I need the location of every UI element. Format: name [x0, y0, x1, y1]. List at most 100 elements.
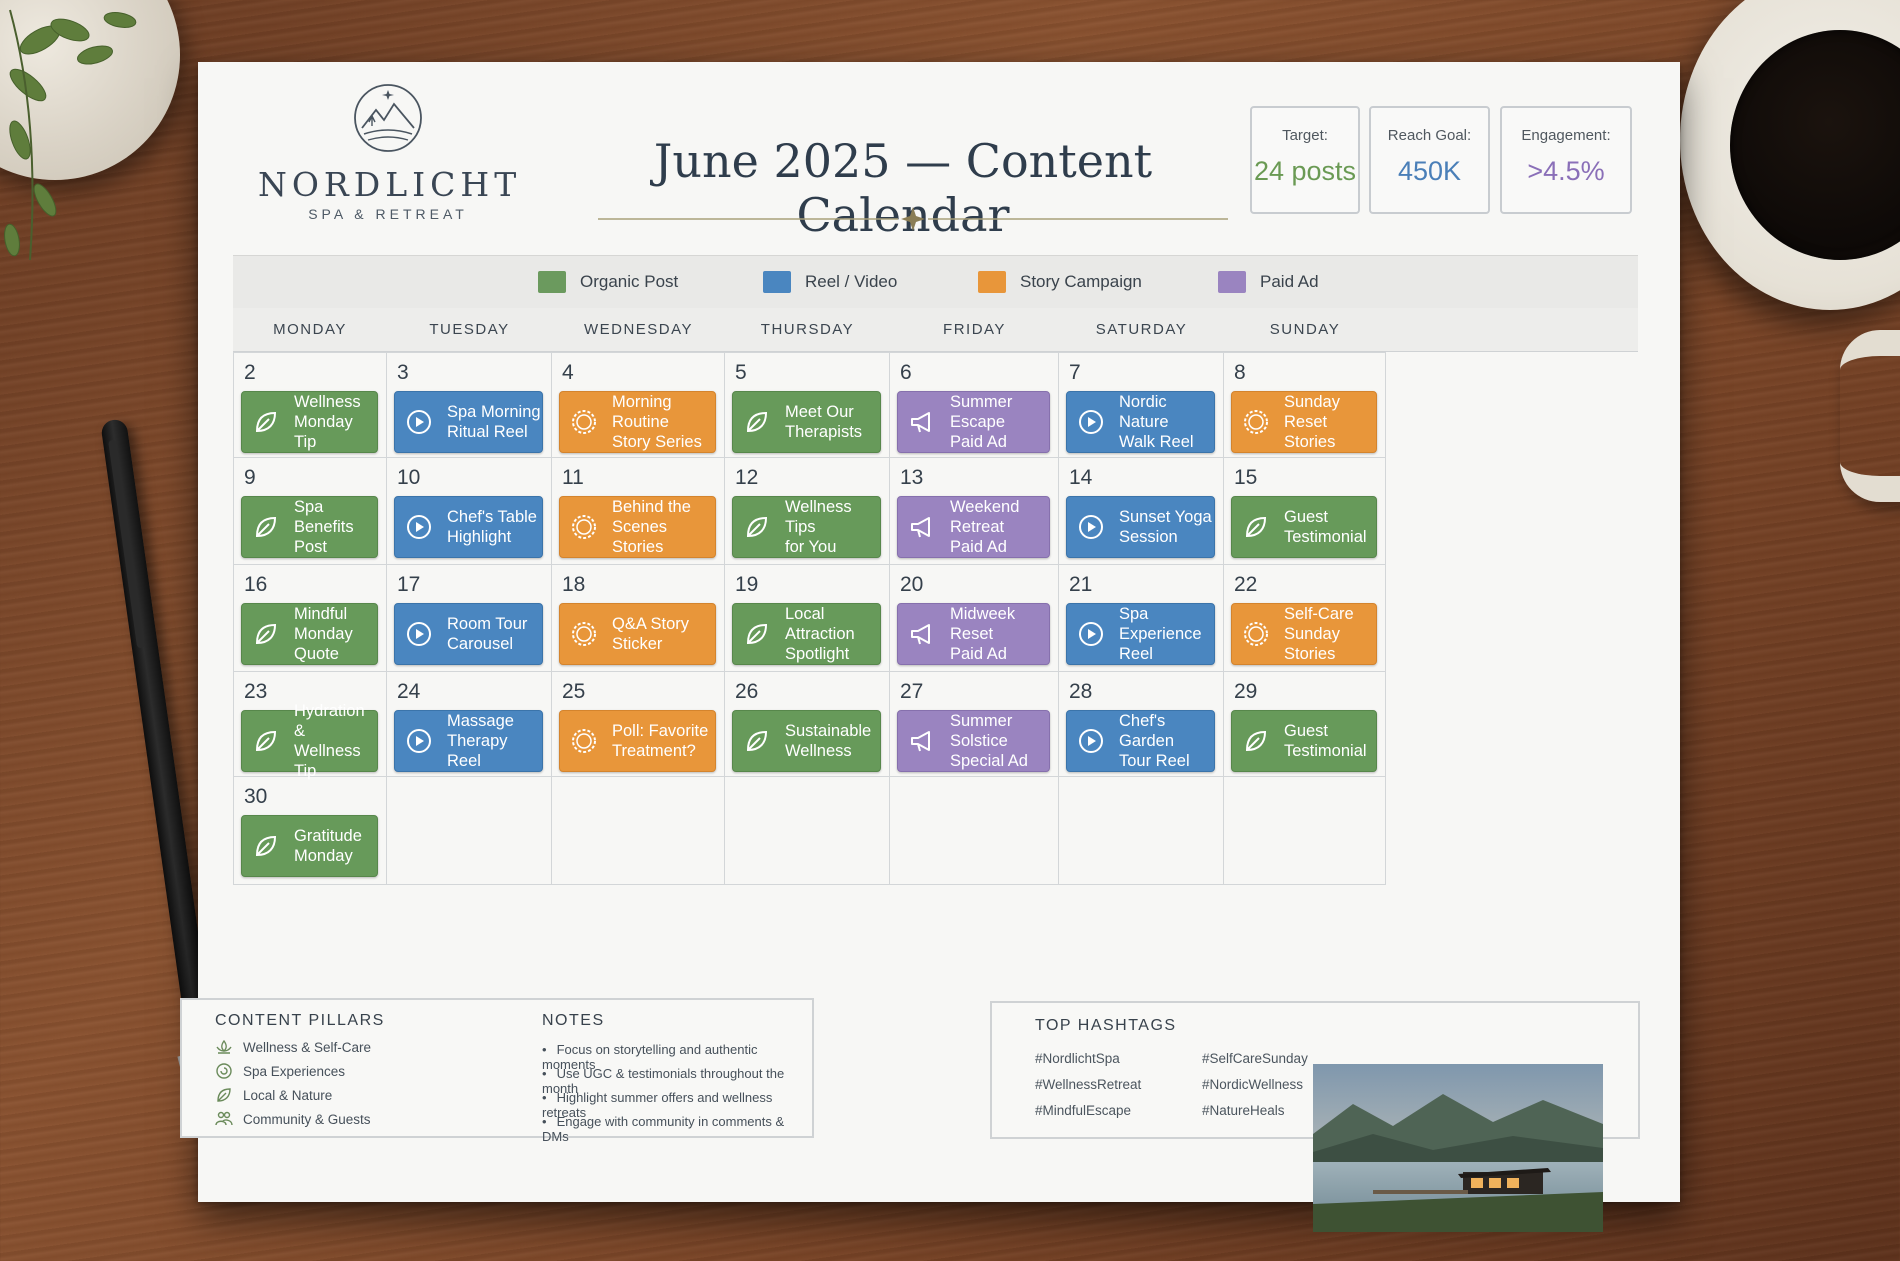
calendar-cell: 13 Weekend Retreat Paid Ad: [890, 458, 1059, 565]
event-story[interactable]: Self-Care Sunday Stories: [1231, 603, 1377, 665]
event-label-line: Monday Tip: [294, 413, 353, 451]
hashtag: #NordlichtSpa: [1035, 1051, 1120, 1066]
event-label: Chef's Table Highlight: [447, 507, 537, 547]
pillar-item: Community & Guests: [215, 1110, 371, 1128]
event-label: Weekend Retreat Paid Ad: [950, 497, 1049, 557]
leaf-icon: [743, 727, 771, 755]
cell-date: 8: [1234, 361, 1246, 384]
play-icon: [1077, 620, 1105, 648]
event-organic[interactable]: Hydration & Wellness Tip: [241, 702, 378, 780]
event-label: Hydration & Wellness Tip: [294, 701, 377, 781]
calendar-cell: 24 Massage Therapy Reel: [387, 672, 552, 777]
weekday-header: MONDAY TUESDAY WEDNESDAY THURSDAY FRIDAY SATU…: [233, 308, 1638, 352]
weekday-label: MONDAY: [273, 321, 347, 338]
stat-target-value: 24 posts: [1253, 156, 1357, 186]
event-story[interactable]: Q&A Story Sticker: [559, 603, 716, 665]
event-reel[interactable]: Room Tour Carousel: [394, 603, 543, 665]
event-story[interactable]: Poll: Favorite Treatment?: [559, 710, 716, 772]
legend-item: Reel / Video: [763, 271, 897, 293]
weekday-label: FRIDAY: [943, 321, 1006, 338]
event-reel[interactable]: Nordic Nature Walk Reel: [1066, 391, 1215, 453]
event-organic[interactable]: Guest Testimonial: [1231, 710, 1377, 772]
event-organic[interactable]: Meet Our Therapists: [732, 391, 881, 453]
event-organic[interactable]: Local Attraction Spotlight: [732, 603, 881, 665]
cell-date: 21: [1069, 573, 1093, 596]
calendar-cell: 8 Sunday Reset Stories: [1224, 352, 1386, 458]
hashtag: #NordicWellness: [1202, 1077, 1304, 1092]
leaf-icon: [252, 620, 280, 648]
stat-engagement: Engagement: >4.5%: [1500, 106, 1632, 214]
stat-reach-value: 450K: [1397, 156, 1462, 186]
event-paid[interactable]: Summer Solstice Special Ad: [897, 710, 1050, 772]
calendar-cell: 16 Mindful Monday Quote: [233, 565, 387, 672]
event-label-line: Midweek Reset: [950, 605, 1016, 643]
weekday-label: THURSDAY: [760, 321, 855, 338]
event-story[interactable]: Sunday Reset Stories: [1231, 391, 1377, 453]
event-reel[interactable]: Spa Morning Ritual Reel: [394, 391, 543, 453]
event-label-line: Reel: [447, 752, 481, 770]
event-reel[interactable]: Chef's Garden Tour Reel: [1066, 710, 1215, 772]
event-story[interactable]: Morning Routine Story Series: [559, 391, 716, 453]
event-label: Midweek Reset Paid Ad: [950, 604, 1049, 664]
weekday-label: WEDNESDAY: [583, 321, 694, 338]
calendar-cell: 22 Self-Care Sunday Stories: [1224, 565, 1386, 672]
event-organic[interactable]: Guest Testimonial: [1231, 496, 1377, 558]
spiral-icon: [216, 1063, 232, 1079]
event-organic[interactable]: Gratitude Monday: [241, 815, 378, 877]
event-organic[interactable]: Mindful Monday Quote: [241, 603, 378, 665]
leaf-icon: [1242, 513, 1270, 541]
calendar-cell: [725, 777, 890, 885]
event-label-line: Summer Escape: [950, 393, 1013, 431]
cell-date: 13: [900, 466, 924, 489]
event-reel[interactable]: Sunset Yoga Session: [1066, 496, 1215, 558]
weekday-label: SATURDAY: [1095, 321, 1188, 338]
calendar-cell: 2 Wellness Monday Tip: [233, 352, 387, 458]
event-label: Self-Care Sunday Stories: [1284, 604, 1376, 664]
calendar-cell: [890, 777, 1059, 885]
event-reel[interactable]: Spa Experience Reel: [1066, 603, 1215, 665]
event-reel[interactable]: Chef's Table Highlight: [394, 496, 543, 558]
event-label-line: Spa Benefits: [294, 498, 354, 536]
event-label-line: Wellness: [294, 393, 361, 411]
event-organic[interactable]: Spa Benefits Post: [241, 496, 378, 558]
event-reel[interactable]: Massage Therapy Reel: [394, 710, 543, 772]
event-paid[interactable]: Summer Escape Paid Ad: [897, 391, 1050, 453]
event-label: Chef's Garden Tour Reel: [1119, 711, 1214, 771]
event-label-line: Sunday Reset: [1284, 393, 1340, 431]
event-label-line: Stories: [1284, 645, 1336, 663]
megaphone-icon: [908, 513, 936, 541]
event-paid[interactable]: Weekend Retreat Paid Ad: [897, 496, 1050, 558]
event-label: Sunset Yoga Session: [1119, 507, 1212, 547]
event-label-line: Carousel: [447, 635, 514, 653]
hashtag: #NatureHeals: [1202, 1103, 1285, 1118]
event-label-line: Tour Reel: [1119, 752, 1190, 770]
notes-title: NOTES: [542, 1012, 605, 1029]
info-panel: CONTENT PILLARS Wellness & Self-Care Spa…: [180, 998, 814, 1144]
event-label-line: Wellness: [785, 742, 852, 760]
play-icon: [405, 513, 433, 541]
event-label: Room Tour Carousel: [447, 614, 527, 654]
calendar-cell: [552, 777, 725, 885]
cell-date: 19: [735, 573, 759, 596]
event-story[interactable]: Behind the Scenes Stories: [559, 496, 716, 558]
cell-date: 3: [397, 361, 409, 384]
event-label: Sunday Reset Stories: [1284, 392, 1376, 452]
event-label-line: Walk Reel: [1119, 433, 1194, 451]
event-organic[interactable]: Sustainable Wellness: [732, 710, 881, 772]
event-paid[interactable]: Midweek Reset Paid Ad: [897, 603, 1050, 665]
calendar-cell: 15 Guest Testimonial: [1224, 458, 1386, 565]
event-label-line: Special Ad: [950, 752, 1028, 770]
calendar-cell: 12 Wellness Tips for You: [725, 458, 890, 565]
event-label: Sustainable Wellness: [785, 721, 871, 761]
event-organic[interactable]: Wellness Tips for You: [732, 496, 881, 558]
play-icon: [405, 408, 433, 436]
calendar-cell: 18 Q&A Story Sticker: [552, 565, 725, 672]
megaphone-icon: [908, 620, 936, 648]
calendar-cell: 20 Midweek Reset Paid Ad: [890, 565, 1059, 672]
event-organic[interactable]: Wellness Monday Tip: [241, 391, 378, 453]
cell-date: 29: [1234, 680, 1258, 703]
calendar-cell: 4 Morning Routine Story Series: [552, 352, 725, 458]
cell-date: 14: [1069, 466, 1093, 489]
event-label-line: Stories: [612, 538, 664, 556]
circle-icon: [1242, 408, 1270, 436]
